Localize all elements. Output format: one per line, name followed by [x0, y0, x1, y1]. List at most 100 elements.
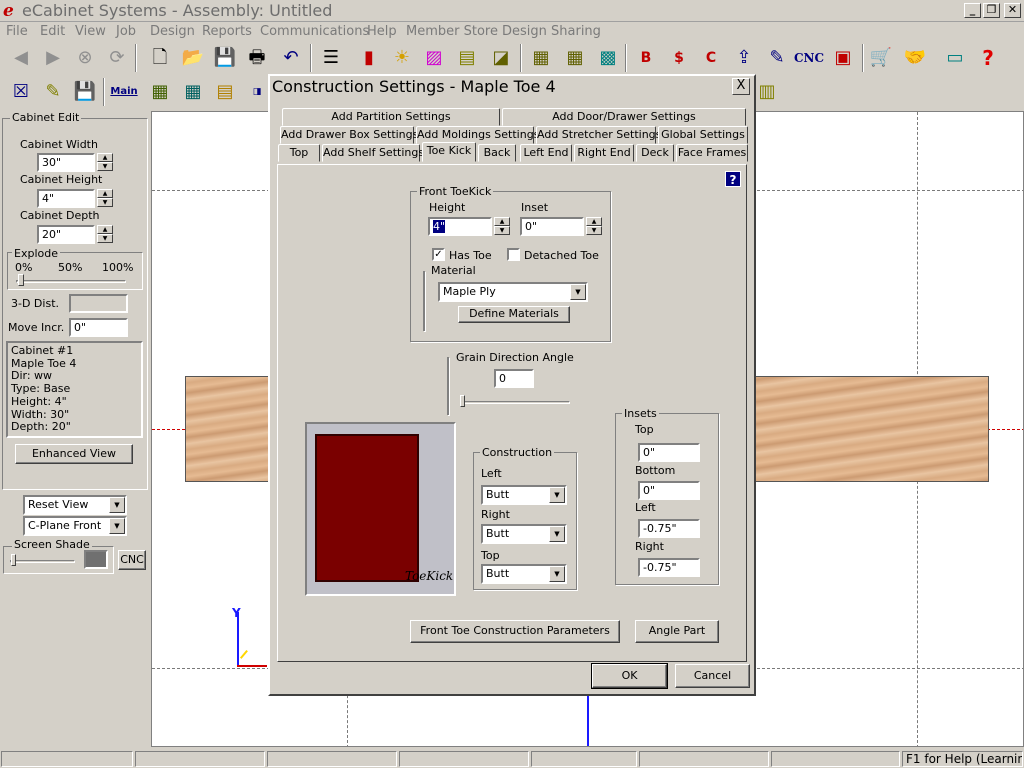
chevron-down-icon[interactable]: ▼: [109, 518, 125, 534]
ruler-icon[interactable]: ▥: [754, 79, 780, 105]
cnc-icon[interactable]: CNC: [794, 45, 824, 71]
cabinet-view-icon[interactable]: ▦: [528, 45, 554, 71]
tab-global-settings[interactable]: Global Settings: [658, 126, 748, 144]
texture-icon[interactable]: ▨: [421, 45, 447, 71]
chevron-down-icon[interactable]: ▼: [570, 284, 586, 300]
save-cabinet-icon[interactable]: 💾: [72, 79, 98, 105]
menu-edit[interactable]: Edit: [40, 24, 65, 39]
ok-button[interactable]: OK: [591, 663, 668, 689]
tab-top[interactable]: Top: [278, 144, 320, 162]
arrow-left-icon[interactable]: ◀: [8, 45, 34, 71]
move-incr-field[interactable]: 0": [69, 318, 128, 337]
grain-angle-field[interactable]: 0: [494, 369, 534, 388]
arrow-right-icon[interactable]: ▶: [40, 45, 66, 71]
settings-icon[interactable]: ☰: [318, 45, 344, 71]
menu-member-store[interactable]: Member Store: [406, 24, 498, 39]
chevron-down-icon[interactable]: ▼: [549, 526, 565, 542]
menu-view[interactable]: View: [75, 24, 106, 39]
menu-design-sharing[interactable]: Design Sharing: [502, 24, 601, 39]
menu-communications[interactable]: Communications: [260, 24, 369, 39]
tab-face-frames[interactable]: Face Frames: [676, 144, 748, 162]
cabinet-icon[interactable]: ▤: [454, 45, 480, 71]
material-select[interactable]: Maple Ply ▼: [438, 282, 588, 302]
layout-icon[interactable]: ▣: [830, 45, 856, 71]
menu-help[interactable]: Help: [367, 24, 397, 39]
define-materials-button[interactable]: Define Materials: [458, 306, 570, 323]
cancel-button[interactable]: Cancel: [675, 664, 750, 688]
dialog-close-button[interactable]: X: [732, 78, 750, 95]
cabinet-depth-spinner[interactable]: ▲ ▼: [97, 225, 113, 244]
material-icon[interactable]: ▮: [356, 45, 382, 71]
cabinet-width-field[interactable]: 30": [37, 153, 95, 172]
cplane-select[interactable]: C-Plane Front ▼: [23, 516, 127, 536]
cabinet-icon[interactable]: ▦: [147, 79, 173, 105]
tab-add-partition-settings[interactable]: Add Partition Settings: [282, 108, 500, 126]
construction-left-select[interactable]: Butt ▼: [481, 485, 567, 505]
chevron-down-icon[interactable]: ▼: [549, 566, 565, 582]
undo-icon[interactable]: ↶: [278, 45, 304, 71]
shade-slider-thumb[interactable]: [11, 554, 16, 566]
help-icon[interactable]: ?: [725, 171, 741, 187]
restore-button[interactable]: ❐: [983, 3, 1000, 18]
report-b-icon[interactable]: B: [633, 45, 659, 71]
stop-icon[interactable]: ⊗: [72, 45, 98, 71]
tab-back[interactable]: Back: [478, 144, 516, 162]
handshake-icon[interactable]: 🤝: [902, 45, 928, 71]
close-button[interactable]: ✕: [1004, 3, 1021, 18]
cabinet-view-icon[interactable]: ▦: [562, 45, 588, 71]
light-icon[interactable]: ☀: [389, 45, 415, 71]
explode-slider-thumb[interactable]: [18, 274, 24, 286]
tab-add-door-drawer-settings[interactable]: Add Door/Drawer Settings: [502, 108, 746, 126]
menu-reports[interactable]: Reports: [202, 24, 252, 39]
chevron-down-icon[interactable]: ▼: [109, 497, 125, 513]
report-dollar-icon[interactable]: $: [666, 45, 692, 71]
delete-cabinet-icon[interactable]: ☒: [8, 79, 34, 105]
cabinet-height-field[interactable]: 4": [37, 189, 95, 208]
insets-bottom-field[interactable]: 0": [638, 481, 700, 500]
construction-right-select[interactable]: Butt ▼: [481, 524, 567, 544]
shade-color-swatch[interactable]: [84, 550, 108, 569]
cabinet-view-icon[interactable]: ▩: [595, 45, 621, 71]
angle-part-button[interactable]: Angle Part: [635, 620, 719, 643]
menu-file[interactable]: File: [6, 24, 28, 39]
menu-job[interactable]: Job: [116, 24, 136, 39]
enhanced-view-button[interactable]: Enhanced View: [15, 444, 133, 464]
tab-toe-kick[interactable]: Toe Kick: [422, 142, 476, 162]
new-file-icon[interactable]: 🗋: [147, 45, 173, 71]
tab-left-end[interactable]: Left End: [520, 144, 572, 162]
cabinet-width-spinner[interactable]: ▲ ▼: [97, 153, 113, 172]
reset-view-select[interactable]: Reset View ▼: [23, 495, 127, 515]
tab-deck[interactable]: Deck: [636, 144, 674, 162]
refresh-icon[interactable]: ⟳: [104, 45, 130, 71]
tab-add-drawer-box-settings[interactable]: Add Drawer Box Settings: [280, 126, 418, 144]
help-icon[interactable]: ?: [975, 45, 1001, 71]
plank-icon[interactable]: ◪: [488, 45, 514, 71]
toekick-inset-field[interactable]: 0": [520, 217, 584, 236]
toekick-height-field[interactable]: 4": [428, 217, 492, 236]
menu-design[interactable]: Design: [150, 24, 195, 39]
edit-cabinet-icon[interactable]: ✎: [40, 79, 66, 105]
dimension-icon[interactable]: ◨: [244, 79, 270, 105]
cart-icon[interactable]: 🛒: [868, 45, 894, 71]
insets-left-field[interactable]: -0.75": [638, 519, 700, 538]
job-icon[interactable]: ✎: [764, 45, 790, 71]
print-icon[interactable]: 🖶: [244, 45, 270, 71]
export-icon[interactable]: ⇪: [731, 45, 757, 71]
cnc-button[interactable]: CNC: [118, 550, 146, 570]
tab-add-stretcher-settings[interactable]: Add Stretcher Settings: [536, 126, 661, 144]
insets-top-field[interactable]: 0": [638, 443, 700, 462]
minimize-button[interactable]: _: [964, 3, 981, 18]
cabinet-icon[interactable]: ▦: [180, 79, 206, 105]
toekick-inset-spinner[interactable]: ▲ ▼: [586, 217, 602, 236]
tab-add-shelf-settings[interactable]: Add Shelf Settings: [322, 144, 424, 162]
grain-slider-track[interactable]: [460, 401, 570, 404]
chevron-down-icon[interactable]: ▼: [549, 487, 565, 503]
cabinet-depth-field[interactable]: 20": [37, 225, 95, 244]
report-c-icon[interactable]: C: [698, 45, 724, 71]
explode-slider-track[interactable]: [16, 280, 126, 283]
cabinet-icon[interactable]: ▤: [212, 79, 238, 105]
3d-dist-field[interactable]: [69, 294, 128, 313]
grain-slider-thumb[interactable]: [460, 395, 465, 407]
construction-top-select[interactable]: Butt ▼: [481, 564, 567, 584]
shade-slider-track[interactable]: [10, 560, 75, 563]
